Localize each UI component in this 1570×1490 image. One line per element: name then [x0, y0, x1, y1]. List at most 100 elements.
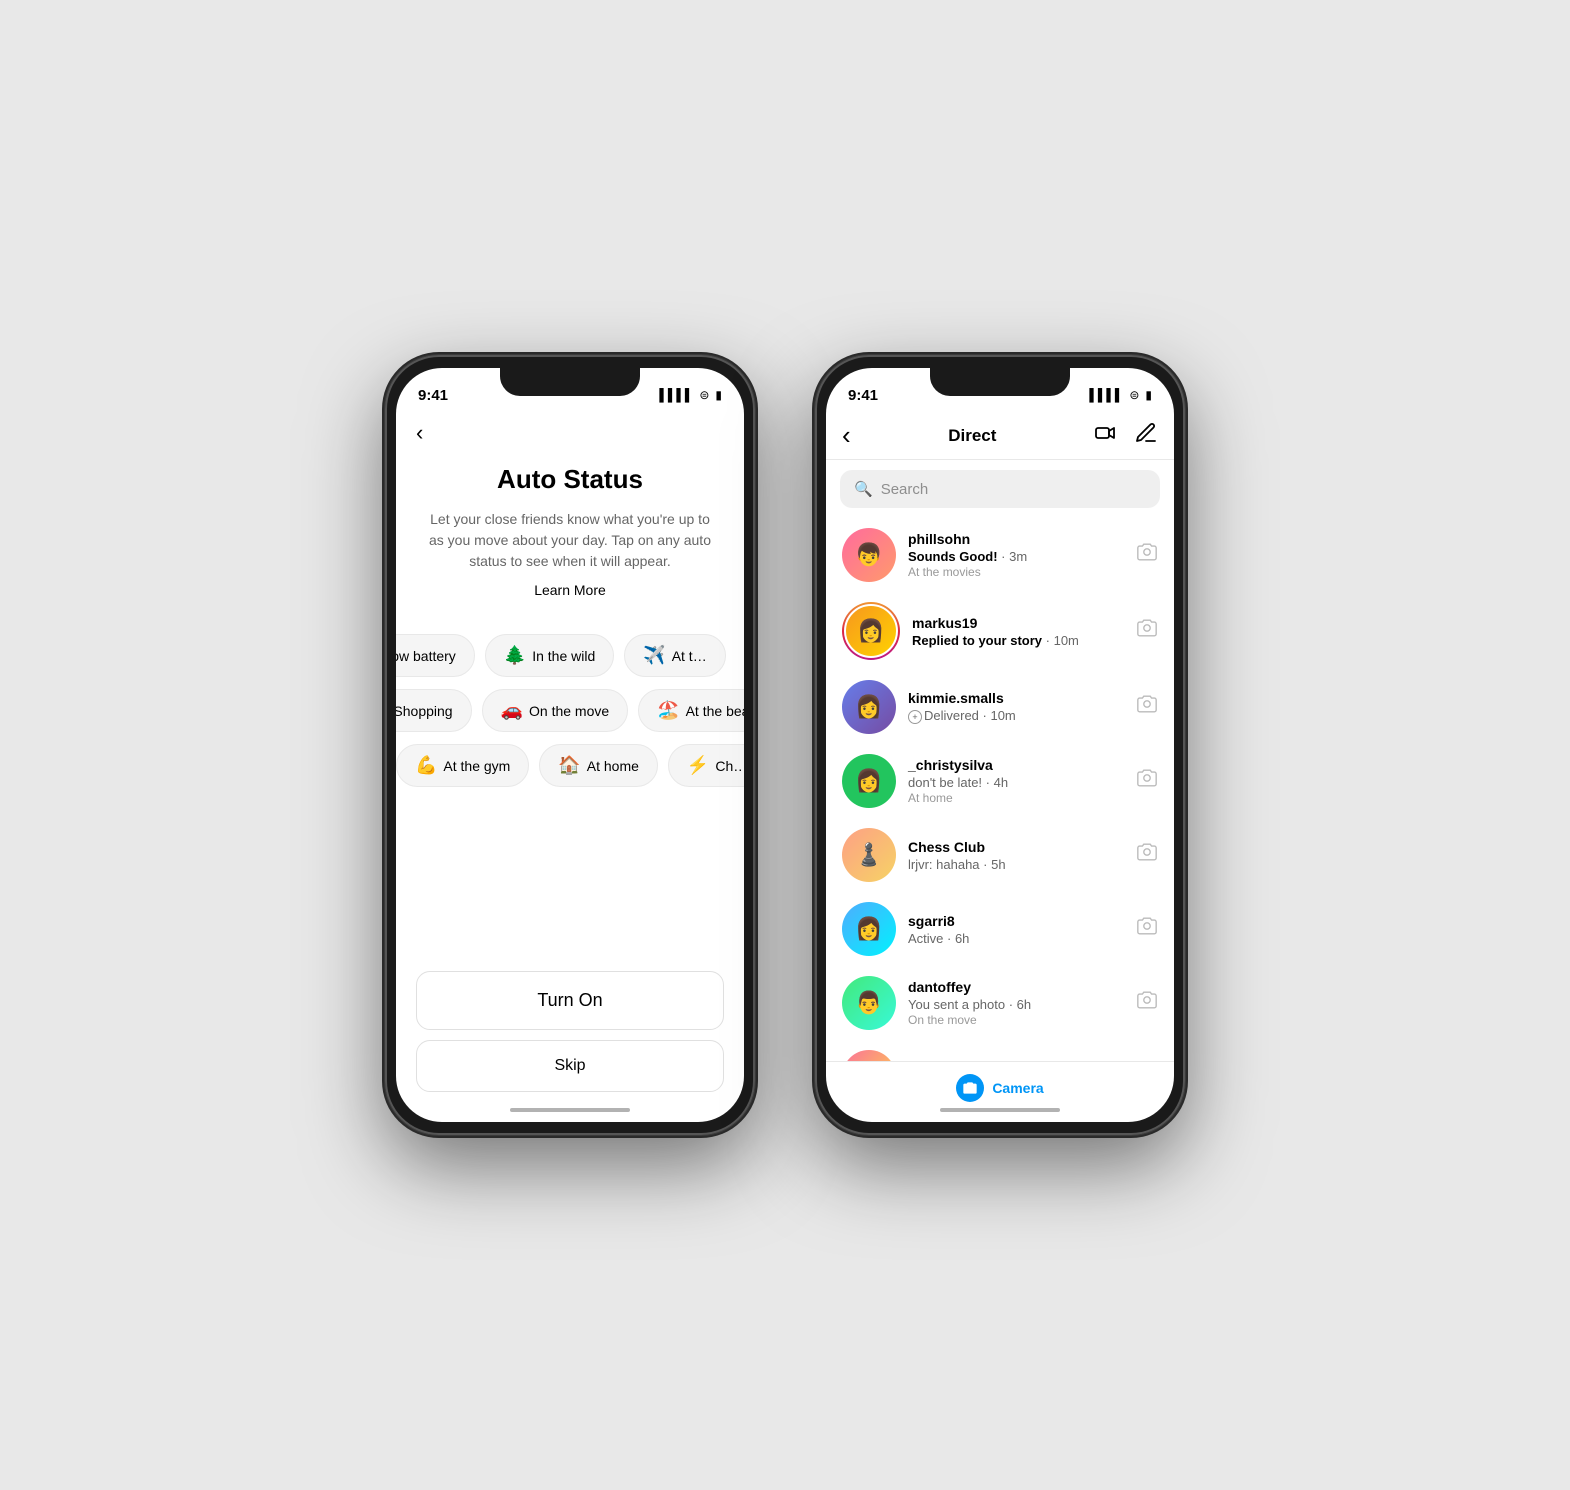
avatar-wrap-kimmie: 👩	[842, 680, 896, 734]
conv-item-phillsohn[interactable]: 👦 phillsohn Sounds Good! · 3m At the mov…	[826, 518, 1174, 592]
chip-row-3: 💪 At the gym 🏠 At home ⚡ Ch…	[396, 738, 744, 793]
avatar-wrap-chess: ♟️	[842, 828, 896, 882]
preview-sgarri8: Active · 6h	[908, 931, 1124, 946]
battery-icon: ▮	[715, 388, 722, 402]
learn-more-link[interactable]: Learn More	[426, 582, 714, 598]
chip-at-home[interactable]: 🏠 At home	[539, 744, 658, 787]
travel-emoji: ✈️	[643, 645, 665, 666]
chip-on-the-move[interactable]: 🚗 On the move	[482, 689, 629, 732]
camera-btn-dantoffey[interactable]	[1136, 989, 1158, 1017]
chip-travel[interactable]: ✈️ At t…	[624, 634, 725, 677]
camera-btn-phillsohn[interactable]	[1136, 541, 1158, 569]
search-bar[interactable]: 🔍 Search	[840, 470, 1160, 508]
chip-move-label: On the move	[529, 703, 609, 719]
chip-at-the-beach[interactable]: 🏖️ At the bead…	[638, 689, 744, 732]
username-christy: _christysilva	[908, 757, 1124, 773]
auto-status-content: ‹ Auto Status Let your close friends kno…	[396, 412, 744, 1122]
chip-shopping[interactable]: 🛍️ Shopping	[396, 689, 472, 732]
conv-info-christy: _christysilva don't be late! · 4h At hom…	[908, 757, 1124, 805]
search-icon: 🔍	[854, 480, 873, 498]
delivered-icon: +	[908, 710, 922, 724]
camera-bar[interactable]: Camera	[826, 1061, 1174, 1122]
avatar-emoji-christy: 👩	[855, 768, 882, 794]
compose-icon[interactable]	[1134, 421, 1158, 451]
charging-emoji: ⚡	[687, 755, 709, 776]
move-emoji: 🚗	[501, 700, 523, 721]
status-dantoffey: On the move	[908, 1013, 1124, 1027]
username-sgarri8: sgarri8	[908, 913, 1124, 929]
phone-direct: 9:41 ▌▌▌▌ ⊜ ▮ ‹ Direct	[815, 355, 1185, 1135]
direct-title: Direct	[948, 426, 996, 446]
status-christy: At home	[908, 791, 1124, 805]
status-time-2: 9:41	[848, 387, 878, 404]
username-dantoffey: dantoffey	[908, 979, 1124, 995]
chip-row-2: 🛍️ Shopping 🚗 On the move 🏖️ At the bead…	[396, 683, 744, 738]
auto-status-title: Auto Status	[426, 464, 714, 495]
screen-auto-status: 9:41 ▌▌▌▌ ⊜ ▮ ‹ Auto Status Let your clo…	[396, 368, 744, 1122]
chip-wild-label: In the wild	[532, 648, 595, 664]
battery-icon-2: ▮	[1145, 388, 1152, 402]
status-icons-2: ▌▌▌▌ ⊜ ▮	[1089, 388, 1152, 402]
skip-button[interactable]: Skip	[416, 1040, 724, 1092]
avatar-wrap-christy: 👩	[842, 754, 896, 808]
auto-status-header: Auto Status Let your close friends know …	[396, 454, 744, 618]
chip-travel-label: At t…	[672, 648, 707, 664]
avatar-emoji-phillsohn: 👦	[855, 542, 882, 568]
wifi-icon-2: ⊜	[1129, 388, 1139, 402]
camera-btn-kimmie[interactable]	[1136, 693, 1158, 721]
camera-btn-chess[interactable]	[1136, 841, 1158, 869]
camera-btn-christy[interactable]	[1136, 767, 1158, 795]
avatar-wrap-sgarri8: 👩	[842, 902, 896, 956]
wifi-icon: ⊜	[699, 388, 709, 402]
chip-low-battery[interactable]: 🔋 Low battery	[396, 634, 475, 677]
phone-auto-status: 9:41 ▌▌▌▌ ⊜ ▮ ‹ Auto Status Let your clo…	[385, 355, 755, 1135]
conv-item-sgarri8[interactable]: 👩 sgarri8 Active · 6h	[826, 892, 1174, 966]
avatar-wrap-phillsohn: 👦	[842, 528, 896, 582]
gym-emoji: 💪	[415, 755, 437, 776]
camera-bar-icon	[956, 1074, 984, 1102]
notch-2	[930, 368, 1070, 396]
preview-dantoffey: You sent a photo · 6h	[908, 997, 1124, 1012]
home-bar	[510, 1108, 630, 1112]
chip-in-the-wild[interactable]: 🌲 In the wild	[485, 634, 614, 677]
conv-item-markus19[interactable]: 👩 markus19 Replied to your story · 10m	[826, 592, 1174, 670]
turn-on-button[interactable]: Turn On	[416, 971, 724, 1030]
back-button-direct[interactable]: ‹	[842, 420, 851, 451]
conv-info-chess: Chess Club lrjvr: hahaha · 5h	[908, 839, 1124, 872]
avatar-kimmie: 👩	[842, 680, 896, 734]
avatar-emoji-sgarri8: 👩	[855, 916, 882, 942]
camera-bar-label: Camera	[992, 1080, 1043, 1096]
camera-btn-markus19[interactable]	[1136, 617, 1158, 645]
chip-low-battery-label: Low battery	[396, 648, 456, 664]
avatar-wrap-markus19: 👩	[842, 602, 900, 660]
conv-info-sgarri8: sgarri8 Active · 6h	[908, 913, 1124, 946]
back-button[interactable]: ‹	[396, 412, 443, 454]
chip-shopping-label: Shopping	[396, 703, 453, 719]
search-placeholder: Search	[881, 481, 929, 498]
video-icon[interactable]	[1094, 421, 1118, 451]
conv-item-kimmie[interactable]: 👩 kimmie.smalls +Delivered · 10m	[826, 670, 1174, 744]
beach-emoji: 🏖️	[657, 700, 679, 721]
conv-info-markus19: markus19 Replied to your story · 10m	[912, 615, 1124, 648]
chip-charging[interactable]: ⚡ Ch…	[668, 744, 744, 787]
preview-christy: don't be late! · 4h	[908, 775, 1124, 790]
auto-status-desc: Let your close friends know what you're …	[426, 509, 714, 572]
conv-item-chchoitoi[interactable]: 👩 chchoitoi such a purday photo!!! · 6h	[826, 1040, 1174, 1061]
avatar-phillsohn: 👦	[842, 528, 896, 582]
username-markus19: markus19	[912, 615, 1124, 631]
chip-home-label: At home	[587, 758, 639, 774]
notch	[500, 368, 640, 396]
conv-info-dantoffey: dantoffey You sent a photo · 6h On the m…	[908, 979, 1124, 1027]
conv-info-phillsohn: phillsohn Sounds Good! · 3m At the movie…	[908, 531, 1124, 579]
wild-emoji: 🌲	[504, 645, 526, 666]
avatar-wrap-dantoffey: 👨	[842, 976, 896, 1030]
camera-btn-sgarri8[interactable]	[1136, 915, 1158, 943]
conv-item-dantoffey[interactable]: 👨 dantoffey You sent a photo · 6h On the…	[826, 966, 1174, 1040]
chip-at-the-gym[interactable]: 💪 At the gym	[396, 744, 529, 787]
conv-info-kimmie: kimmie.smalls +Delivered · 10m	[908, 690, 1124, 724]
conv-item-christy[interactable]: 👩 _christysilva don't be late! · 4h At h…	[826, 744, 1174, 818]
avatar-dantoffey: 👨	[842, 976, 896, 1030]
conversation-list: 👦 phillsohn Sounds Good! · 3m At the mov…	[826, 518, 1174, 1061]
signal-icon-2: ▌▌▌▌	[1089, 388, 1123, 402]
conv-item-chess[interactable]: ♟️ Chess Club lrjvr: hahaha · 5h	[826, 818, 1174, 892]
